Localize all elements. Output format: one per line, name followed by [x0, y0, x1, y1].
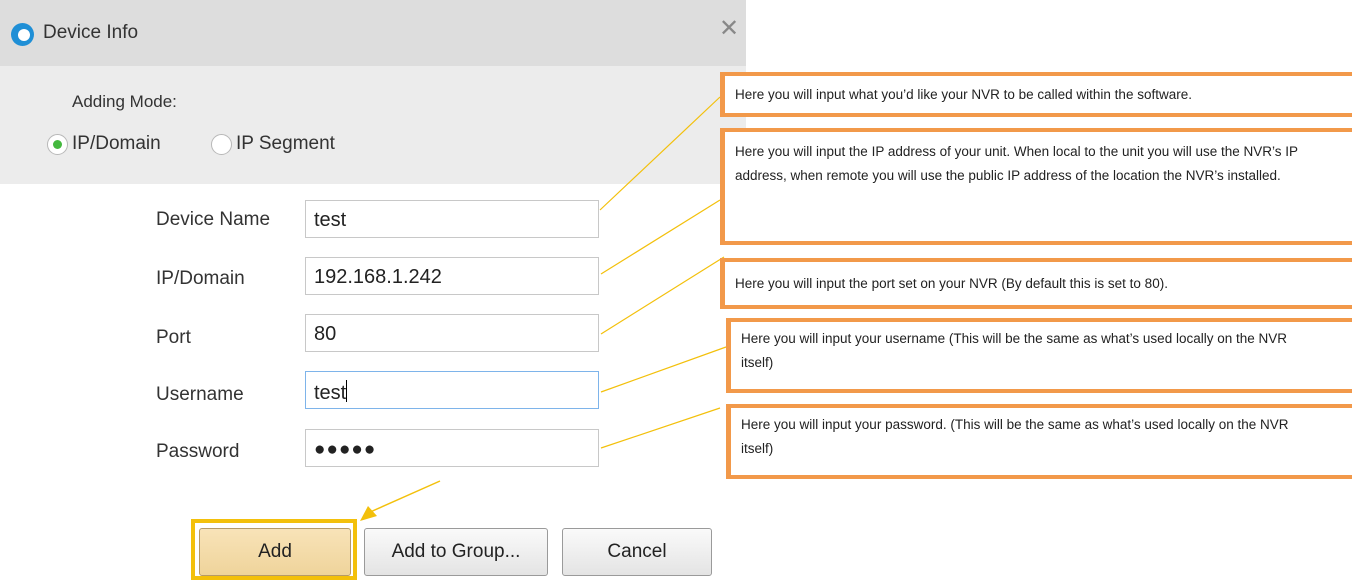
arrow-head-icon — [360, 506, 377, 521]
leader-line-device-name — [599, 96, 721, 211]
leader-line-password — [600, 407, 721, 449]
callout-ip-domain: Here you will input the IP address of yo… — [720, 128, 1352, 245]
callout-port: Here you will input the port set on your… — [720, 258, 1352, 309]
arrow-line-add — [367, 480, 441, 514]
leader-line-username — [600, 346, 727, 393]
callout-device-name: Here you will input what you’d like your… — [720, 72, 1352, 117]
leader-line-port — [600, 256, 725, 335]
leader-line-ip — [600, 199, 721, 275]
callout-port-text: Here you will input the port set on your… — [735, 276, 1168, 291]
callout-username: Here you will input your username (This … — [726, 318, 1352, 393]
callout-username-text: Here you will input your username (This … — [741, 331, 1287, 370]
callout-device-name-text: Here you will input what you’d like your… — [735, 87, 1192, 102]
callout-password-text: Here you will input your password. (This… — [741, 417, 1289, 456]
callout-ip-domain-text: Here you will input the IP address of yo… — [735, 144, 1298, 183]
callout-password: Here you will input your password. (This… — [726, 404, 1352, 479]
